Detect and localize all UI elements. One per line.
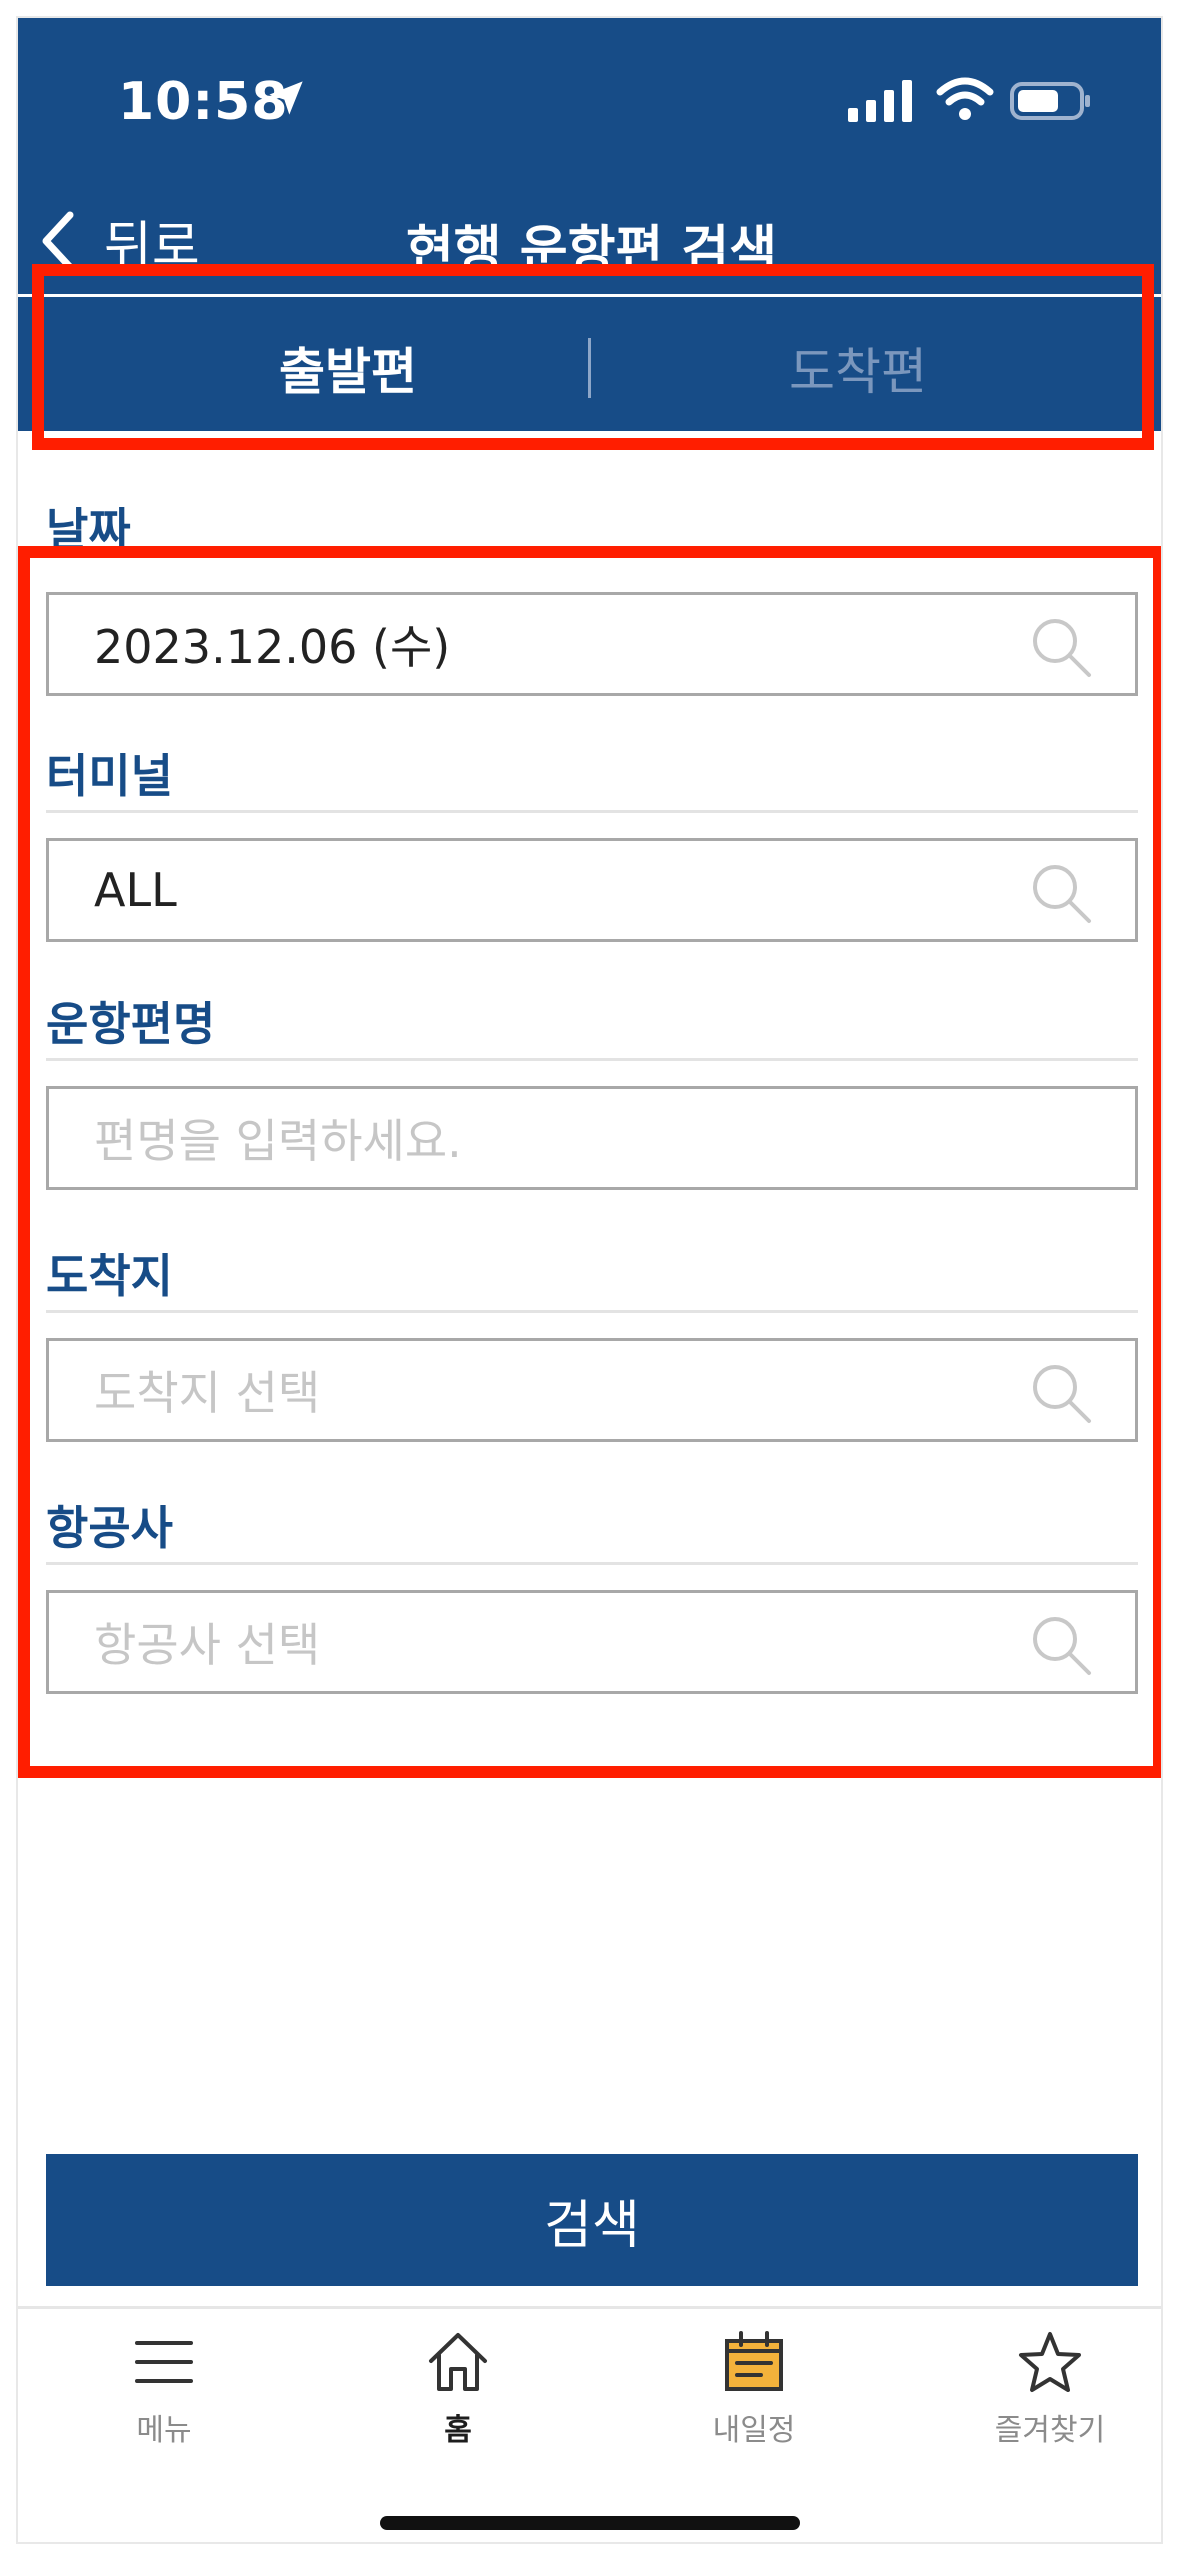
label-underline: [46, 1058, 1138, 1061]
calendar-icon: [725, 2331, 783, 2391]
menu-icon: [135, 2341, 193, 2383]
nav-label-home: 홈: [444, 2413, 472, 2448]
destination-placeholder: 도착지 선택: [94, 1366, 321, 1420]
search-icon[interactable]: [1029, 1613, 1095, 1679]
nav-item-menu[interactable]: 메뉴: [64, 2329, 264, 2449]
nav-item-schedule[interactable]: 내일정: [654, 2329, 854, 2449]
flight-name-placeholder: 편명을 입력하세요.: [94, 1114, 462, 1168]
date-value: 2023.12.06 (수): [94, 620, 451, 674]
label-underline: [46, 810, 1138, 813]
home-indicator: [380, 2516, 800, 2530]
terminal-field[interactable]: ALL: [46, 838, 1138, 942]
airline-field[interactable]: 항공사 선택: [46, 1590, 1138, 1694]
search-icon[interactable]: [1029, 861, 1095, 927]
flight-name-label: 운항편명: [46, 997, 216, 1051]
wifi-icon: [936, 77, 994, 120]
status-time: 10:58: [118, 72, 289, 132]
nav-item-home[interactable]: 홈: [358, 2329, 558, 2449]
search-icon[interactable]: [1029, 615, 1095, 681]
nav-label-schedule: 내일정: [712, 2413, 796, 2448]
app-screen: 10:58 뒤로 현행 운항편 검색 출발편 도착편 날짜 2023.12.06…: [16, 16, 1163, 2544]
nav-label-menu: 메뉴: [136, 2413, 192, 2448]
date-field[interactable]: 2023.12.06 (수): [46, 592, 1138, 696]
star-icon: [1019, 2332, 1081, 2392]
home-icon: [429, 2333, 487, 2391]
terminal-label: 터미널: [46, 749, 173, 803]
label-underline: [46, 1310, 1138, 1313]
airline-label: 항공사: [46, 1501, 173, 1555]
location-arrow-icon: [269, 81, 303, 115]
flight-name-input[interactable]: 편명을 입력하세요.: [46, 1086, 1138, 1190]
nav-item-favorites[interactable]: 즐겨찾기: [950, 2329, 1150, 2449]
bottom-nav: 메뉴 홈 내일정 즐겨찾기: [18, 2306, 1161, 2542]
label-underline: [46, 1562, 1138, 1565]
destination-field[interactable]: 도착지 선택: [46, 1338, 1138, 1442]
highlight-box-tabs: [32, 264, 1154, 450]
destination-label: 도착지: [46, 1249, 173, 1303]
search-icon[interactable]: [1029, 1361, 1095, 1427]
signal-icon: [848, 80, 912, 122]
nav-label-favorites: 즐겨찾기: [994, 2413, 1106, 2448]
terminal-value: ALL: [94, 863, 177, 917]
search-button[interactable]: 검색: [46, 2154, 1138, 2286]
battery-icon: [1010, 82, 1090, 120]
airline-placeholder: 항공사 선택: [94, 1618, 321, 1672]
date-label: 날짜: [46, 503, 131, 557]
